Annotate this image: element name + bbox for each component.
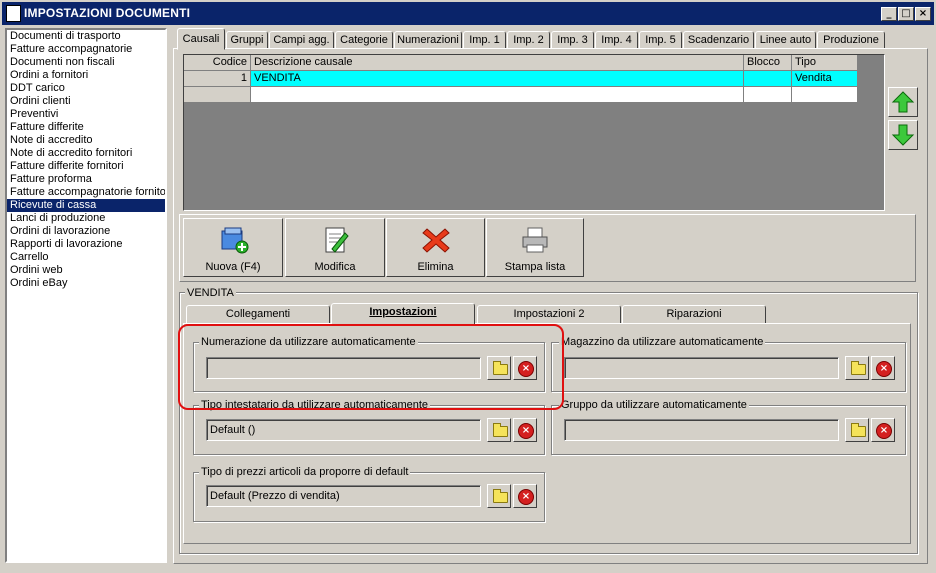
sidebar-item[interactable]: Documenti non fiscali	[7, 56, 165, 69]
minimize-button[interactable]: _	[881, 7, 897, 21]
new-row-descrizione[interactable]	[251, 87, 744, 103]
sidebar-item[interactable]: Fatture differite	[7, 121, 165, 134]
intestatario-clear-button[interactable]: ×	[513, 418, 537, 442]
magazzino-field[interactable]	[564, 357, 839, 379]
gruppo-field[interactable]	[564, 419, 839, 441]
tab-linee-auto[interactable]: Linee auto	[755, 31, 816, 49]
detail-group-title: VENDITA	[185, 287, 236, 299]
folder-icon	[493, 489, 508, 503]
clear-icon: ×	[876, 423, 892, 439]
gruppo-clear-button[interactable]: ×	[871, 418, 895, 442]
column-header-blocco[interactable]: Blocco	[744, 55, 792, 71]
tab-numerazioni[interactable]: Numerazioni	[394, 31, 462, 49]
tab-imp-5[interactable]: Imp. 5	[639, 31, 682, 49]
arrow-up-icon	[891, 91, 915, 113]
highlight-annotation	[178, 324, 564, 410]
print-list-button-label: Stampa lista	[504, 261, 566, 273]
app-icon	[6, 5, 21, 22]
row-tipo[interactable]: Vendita	[792, 71, 858, 87]
sidebar-item[interactable]: Ordini clienti	[7, 95, 165, 108]
maximize-button[interactable]: □	[898, 7, 914, 21]
close-button[interactable]: ×	[915, 7, 931, 21]
move-down-button[interactable]	[888, 120, 918, 150]
sidebar-item[interactable]: Fatture differite fornitori	[7, 160, 165, 173]
tab-imp-1[interactable]: Imp. 1	[463, 31, 506, 49]
tab-imp-4[interactable]: Imp. 4	[595, 31, 638, 49]
print-list-button[interactable]: Stampa lista	[486, 218, 584, 277]
edit-button-label: Modifica	[314, 261, 356, 273]
delete-button-label: Elimina	[417, 261, 454, 273]
prezzi-label: Tipo di prezzi articoli da proporre di d…	[199, 466, 411, 478]
intestatario-browse-button[interactable]	[487, 418, 511, 442]
tab-causali[interactable]: Causali	[177, 28, 225, 50]
magazzino-browse-button[interactable]	[845, 356, 869, 380]
row-descrizione[interactable]: VENDITA	[251, 71, 744, 87]
sidebar-item[interactable]: Rapporti di lavorazione	[7, 238, 165, 251]
sidebar-item[interactable]: Ordini web	[7, 264, 165, 277]
sidebar-item[interactable]: Ordini eBay	[7, 277, 165, 290]
clear-icon: ×	[518, 489, 534, 505]
magazzino-clear-button[interactable]: ×	[871, 356, 895, 380]
sidebar-item[interactable]: Fatture accompagnatorie fornitori	[7, 186, 165, 199]
new-row-codice[interactable]	[184, 87, 251, 103]
gruppo-browse-button[interactable]	[845, 418, 869, 442]
folder-icon	[851, 423, 866, 437]
edit-button[interactable]: Modifica	[285, 218, 385, 277]
window-title: IMPOSTAZIONI DOCUMENTI	[24, 6, 191, 20]
sidebar-item[interactable]: Note di accredito	[7, 134, 165, 147]
tab-campi-agg[interactable]: Campi agg.	[269, 31, 334, 49]
printer-icon	[522, 227, 548, 253]
gruppo-label: Gruppo da utilizzare automaticamente	[559, 399, 749, 411]
title-bar: IMPOSTAZIONI DOCUMENTI _ □ ×	[0, 0, 936, 25]
subtab-impostazioni[interactable]: Impostazioni	[331, 303, 475, 325]
sidebar-item[interactable]: Fatture proforma	[7, 173, 165, 186]
clear-icon: ×	[876, 361, 892, 377]
tab-gruppi[interactable]: Gruppi	[226, 31, 268, 49]
new-row-tipo[interactable]	[792, 87, 858, 103]
column-header-codice[interactable]: Codice	[184, 55, 251, 71]
subtab-collegamenti[interactable]: Collegamenti	[186, 305, 330, 324]
sidebar-item[interactable]: DDT carico	[7, 82, 165, 95]
prezzi-clear-button[interactable]: ×	[513, 484, 537, 508]
edit-document-icon	[325, 227, 349, 253]
intestatario-field[interactable]: Default ()	[206, 419, 481, 441]
causali-grid[interactable]: Codice Descrizione causale Blocco Tipo 1…	[183, 54, 885, 211]
subtab-impostazioni-2[interactable]: Impostazioni 2	[477, 305, 621, 324]
magazzino-label: Magazzino da utilizzare automaticamente	[559, 336, 766, 348]
folder-icon	[493, 423, 508, 437]
sidebar-item[interactable]: Note di accredito fornitori	[7, 147, 165, 160]
sidebar-item[interactable]: Ordini di lavorazione	[7, 225, 165, 238]
new-button-label: Nuova (F4)	[205, 261, 261, 273]
sidebar-item[interactable]: Documenti di trasporto	[7, 30, 165, 43]
tab-imp-2[interactable]: Imp. 2	[507, 31, 550, 49]
new-row-blocco[interactable]	[744, 87, 792, 103]
sidebar-item[interactable]: Ordini a fornitori	[7, 69, 165, 82]
sidebar-item[interactable]: Preventivi	[7, 108, 165, 121]
arrow-down-icon	[891, 124, 915, 146]
move-up-button[interactable]	[888, 87, 918, 117]
tab-categorie[interactable]: Categorie	[335, 31, 393, 49]
new-button[interactable]: Nuova (F4)	[183, 218, 283, 277]
row-blocco[interactable]	[744, 71, 792, 87]
column-header-descrizione[interactable]: Descrizione causale	[251, 55, 744, 71]
tab-produzione[interactable]: Produzione	[817, 31, 885, 49]
prezzi-field[interactable]: Default (Prezzo di vendita)	[206, 485, 481, 507]
tab-scadenzario[interactable]: Scadenzario	[683, 31, 754, 49]
new-document-icon	[221, 227, 249, 254]
document-type-list[interactable]: Documenti di trasporto Fatture accompagna…	[5, 28, 167, 563]
clear-icon: ×	[518, 423, 534, 439]
folder-icon	[851, 361, 866, 375]
delete-icon	[421, 228, 450, 253]
sidebar-item[interactable]: Fatture accompagnatorie	[7, 43, 165, 56]
sidebar-item[interactable]: Ricevute di cassa	[7, 199, 165, 212]
subtab-riparazioni[interactable]: Riparazioni	[622, 305, 766, 324]
tab-imp-3[interactable]: Imp. 3	[551, 31, 594, 49]
delete-button[interactable]: Elimina	[386, 218, 485, 277]
sidebar-item[interactable]: Carrello	[7, 251, 165, 264]
row-codice[interactable]: 1	[184, 71, 251, 87]
prezzi-browse-button[interactable]	[487, 484, 511, 508]
column-header-tipo[interactable]: Tipo	[792, 55, 858, 71]
sidebar-item[interactable]: Lanci di produzione	[7, 212, 165, 225]
